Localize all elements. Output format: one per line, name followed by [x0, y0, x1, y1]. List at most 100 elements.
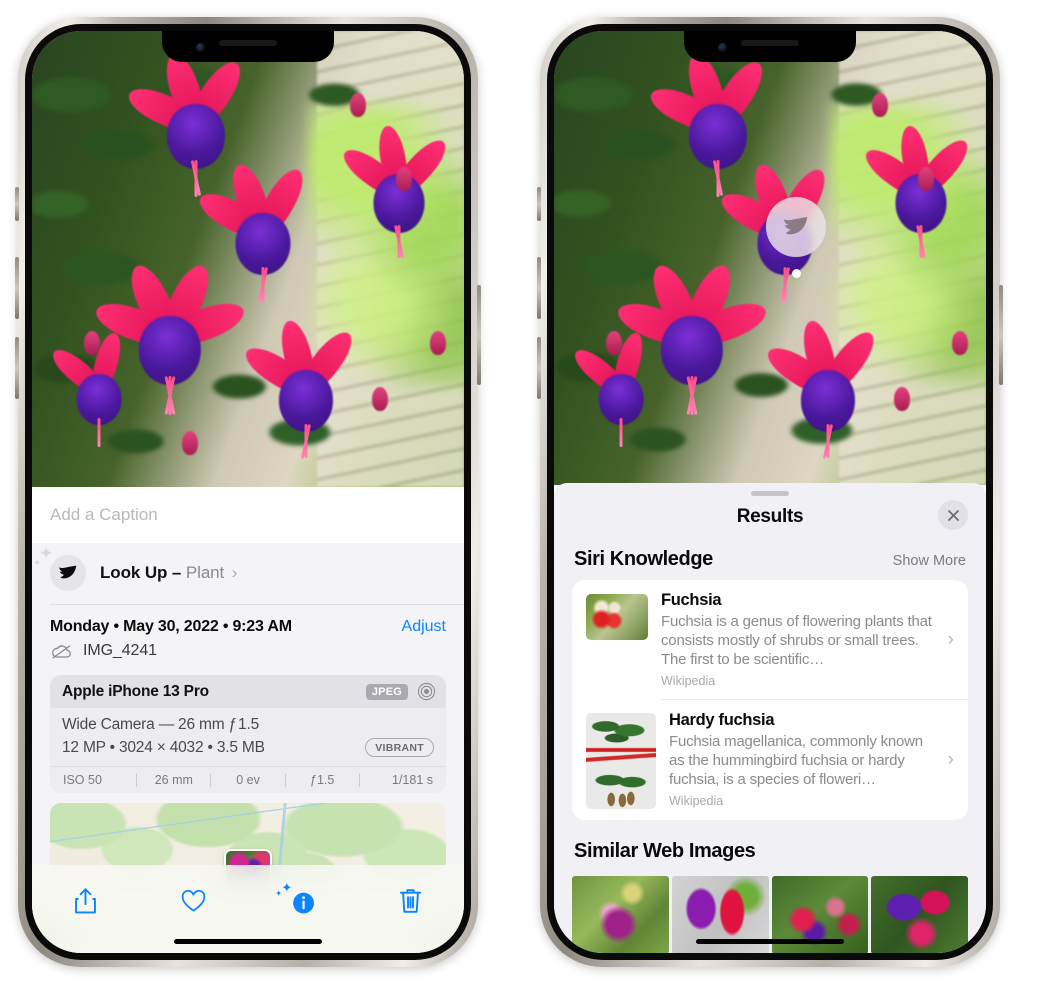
flower-bloom — [645, 50, 774, 197]
share-button[interactable] — [62, 879, 108, 923]
show-more-button[interactable]: Show More — [893, 553, 966, 569]
flower-bud — [350, 93, 366, 117]
visual-look-up-badge[interactable] — [766, 197, 826, 257]
device-bezel: Add a Caption ✦ ✦ Look Up – Plant › Mond… — [25, 24, 471, 960]
volume-up-button[interactable] — [15, 257, 19, 319]
web-image-thumbnail[interactable] — [572, 876, 669, 953]
look-up-row[interactable]: ✦ ✦ Look Up – Plant › — [32, 543, 464, 604]
knowledge-result-row[interactable]: Hardy fuchsia Fuchsia magellanica, commo… — [572, 700, 968, 820]
photo-info-panel: Add a Caption ✦ ✦ Look Up – Plant › Mond… — [32, 487, 464, 953]
favorite-button[interactable] — [171, 879, 217, 923]
volume-up-button[interactable] — [537, 257, 541, 319]
siri-knowledge-card: Fuchsia Fuchsia is a genus of flowering … — [572, 580, 968, 821]
siri-knowledge-header: Siri Knowledge Show More — [554, 528, 986, 580]
flower-bud — [606, 331, 622, 355]
aperture-icon — [417, 682, 436, 701]
home-indicator[interactable] — [174, 939, 322, 944]
screenshot-root: Add a Caption ✦ ✦ Look Up – Plant › Mond… — [0, 0, 1055, 985]
earpiece-speaker — [219, 40, 277, 46]
device-bezel: Results Siri Knowledge Show More Fuchsia… — [547, 24, 993, 960]
chevron-right-icon: › — [231, 563, 238, 582]
flower-bud — [952, 331, 968, 355]
iphone-right-device: Results Siri Knowledge Show More Fuchsia… — [537, 17, 1003, 967]
file-size-info: 12 MP • 3024 × 4032 • 3.5 MB — [62, 738, 265, 756]
flower-bud — [84, 331, 100, 355]
info-sparkle-icon — [292, 892, 314, 913]
flower-bud — [182, 431, 198, 455]
photo-fuchsia-flowers[interactable] — [554, 31, 986, 485]
exif-card[interactable]: Apple iPhone 13 Pro JPEG Wide Camera — 2… — [50, 675, 446, 793]
close-button[interactable] — [938, 500, 968, 530]
look-up-subject: Plant — [185, 563, 225, 582]
volume-down-button[interactable] — [537, 337, 541, 399]
flower-bloom — [239, 317, 360, 459]
photographic-style-badge: VIBRANT — [365, 738, 434, 757]
exif-shutter-speed: 1/181 s — [392, 773, 434, 787]
flower-bud — [372, 387, 388, 411]
result-source: Wikipedia — [661, 674, 716, 689]
flower-bud — [872, 93, 888, 117]
photo-fuchsia-flowers[interactable] — [32, 31, 464, 487]
result-title: Hardy fuchsia — [669, 711, 775, 730]
results-sheet: Results Siri Knowledge Show More Fuchsia… — [554, 483, 986, 953]
similar-web-images-header: Similar Web Images — [554, 820, 986, 872]
exif-aperture: ƒ1.5 — [310, 773, 335, 787]
silent-switch[interactable] — [15, 187, 19, 221]
silent-switch[interactable] — [537, 187, 541, 221]
knowledge-result-row[interactable]: Fuchsia Fuchsia is a genus of flowering … — [572, 580, 968, 699]
result-title: Fuchsia — [661, 591, 722, 609]
device-notch — [684, 31, 856, 62]
leaf-icon — [784, 217, 808, 235]
exif-iso: ISO 50 — [63, 773, 102, 787]
web-image-thumbnail[interactable] — [871, 876, 968, 953]
info-button[interactable]: ✦ ✦ — [275, 879, 325, 923]
exif-exposure-value: 0 ev — [236, 773, 260, 787]
look-up-label: Look Up – Plant › — [100, 563, 237, 583]
flower-bloom — [123, 50, 252, 197]
right-screen: Results Siri Knowledge Show More Fuchsia… — [554, 31, 986, 953]
look-up-dash: – — [171, 563, 182, 582]
exif-focal-length: 26 mm — [154, 773, 193, 787]
photo-filename: IMG_4241 — [83, 642, 157, 659]
result-thumbnail — [586, 594, 648, 640]
lens-info: Wide Camera — 26 mm ƒ 1.5 — [62, 716, 259, 733]
iphone-left-device: Add a Caption ✦ ✦ Look Up – Plant › Mond… — [15, 17, 481, 967]
side-power-button[interactable] — [999, 285, 1003, 385]
caption-input[interactable]: Add a Caption — [32, 487, 464, 543]
trash-icon — [400, 889, 422, 913]
result-description: Fuchsia is a genus of flowering plants t… — [661, 613, 932, 669]
flower-bloom — [761, 317, 882, 459]
device-notch — [162, 31, 334, 62]
left-screen: Add a Caption ✦ ✦ Look Up – Plant › Mond… — [32, 31, 464, 953]
sheet-title: Results — [736, 506, 804, 527]
format-badge: JPEG — [365, 683, 408, 700]
home-indicator[interactable] — [696, 939, 844, 944]
flower-bud — [396, 167, 412, 191]
flower-bud — [430, 331, 446, 355]
volume-down-button[interactable] — [15, 337, 19, 399]
result-thumbnail — [586, 713, 656, 810]
side-power-button[interactable] — [477, 285, 481, 385]
sparkle-icon: ✦ — [33, 558, 42, 569]
flower-bud — [918, 167, 934, 191]
result-description: Fuchsia magellanica, commonly known as t… — [669, 733, 923, 789]
metadata-block: Monday • May 30, 2022 • 9:23 AM Adjust I… — [32, 605, 464, 668]
visual-look-up-anchor-dot — [792, 269, 801, 278]
camera-model: Apple iPhone 13 Pro — [62, 682, 209, 700]
flower-bud — [894, 387, 910, 411]
chevron-right-icon: › — [947, 628, 954, 650]
result-source: Wikipedia — [669, 794, 724, 809]
sparkle-icon: ✦ ✦ — [275, 880, 293, 898]
adjust-button[interactable]: Adjust — [402, 618, 446, 636]
exif-stats-row: ISO 50 26 mm 0 ev ƒ1.5 1/181 s — [50, 766, 446, 793]
section-title-siri-knowledge: Siri Knowledge — [574, 548, 713, 570]
look-up-title: Look Up — [100, 563, 168, 582]
heart-icon — [181, 889, 206, 912]
cloud-slash-icon — [52, 644, 71, 659]
delete-button[interactable] — [388, 879, 434, 923]
front-camera — [718, 43, 727, 52]
front-camera — [196, 43, 205, 52]
earpiece-speaker — [741, 40, 799, 46]
section-title-similar-web-images: Similar Web Images — [574, 840, 756, 863]
share-icon — [74, 888, 96, 914]
